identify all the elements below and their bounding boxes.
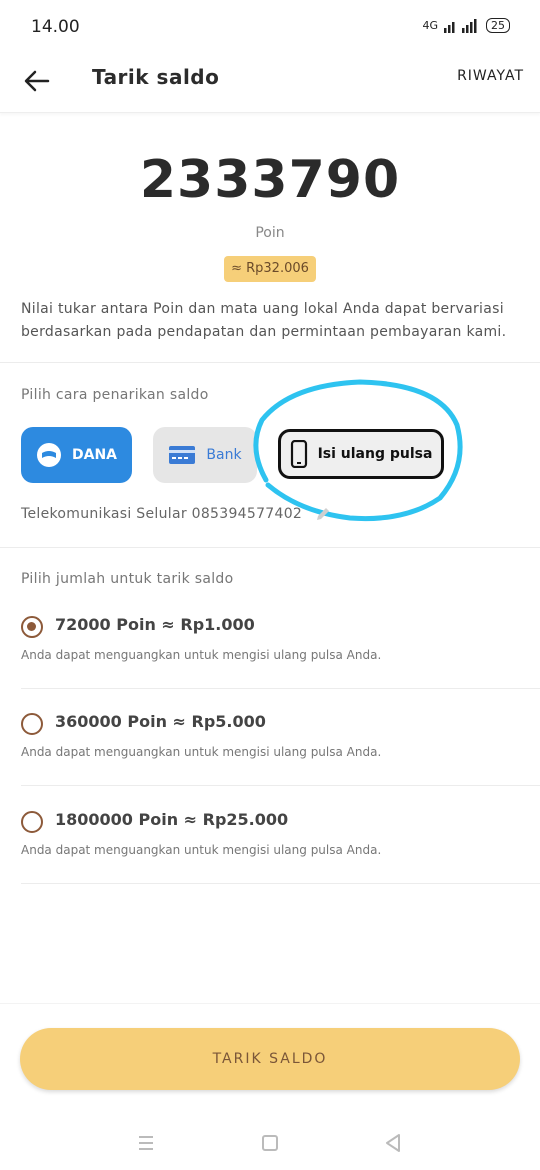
- divider: [21, 883, 540, 884]
- status-time: 14.00: [31, 17, 80, 37]
- battery-icon: 25: [486, 18, 510, 33]
- rupiah-badge: ≈ Rp32.006: [224, 256, 316, 282]
- back-arrow-icon[interactable]: [22, 66, 52, 96]
- withdraw-button[interactable]: TARIK SALDO: [20, 1028, 520, 1090]
- network-type: 4G: [422, 19, 438, 32]
- exchange-description: Nilai tukar antara Poin dan mata uang lo…: [21, 301, 507, 340]
- divider: [21, 688, 540, 689]
- signal-icon: [444, 18, 477, 33]
- edit-pencil-icon[interactable]: [314, 505, 332, 523]
- radio-button[interactable]: [21, 811, 43, 833]
- amount-option-title: 72000 Poin ≈ Rp1.000: [55, 615, 255, 634]
- bank-card-icon: [169, 446, 196, 464]
- method-dana-button[interactable]: DANA: [21, 427, 132, 483]
- page-title: Tarik saldo: [92, 65, 220, 89]
- method-pulsa-label: Isi ulang pulsa: [317, 446, 433, 462]
- app-bar: Tarik saldo RIWAYAT: [0, 56, 540, 113]
- method-bank-button[interactable]: Bank: [153, 427, 257, 483]
- history-button[interactable]: RIWAYAT: [457, 68, 524, 84]
- amount-option-subtitle: Anda dapat menguangkan untuk mengisi ula…: [21, 843, 382, 857]
- divider: [0, 547, 540, 548]
- home-nav-icon[interactable]: [255, 1128, 285, 1158]
- phone-info-row: Telekomunikasi Selular 085394577402: [21, 505, 332, 523]
- amount-option-subtitle: Anda dapat menguangkan untuk mengisi ula…: [21, 648, 382, 662]
- radio-button[interactable]: [21, 713, 43, 735]
- phone-icon: [290, 440, 307, 468]
- points-balance: 2333790: [139, 150, 401, 210]
- status-bar: 14.00 4G 25: [0, 0, 540, 56]
- points-label: Poin: [255, 225, 285, 241]
- dana-logo-icon: [36, 443, 61, 467]
- phone-info: Telekomunikasi Selular 085394577402: [21, 506, 303, 522]
- method-dana-label: DANA: [71, 447, 117, 463]
- withdraw-method-label: Pilih cara penarikan saldo: [21, 387, 209, 403]
- amount-option-title: 360000 Poin ≈ Rp5.000: [55, 712, 266, 731]
- amount-option-title: 1800000 Poin ≈ Rp25.000: [55, 810, 289, 829]
- amount-label: Pilih jumlah untuk tarik saldo: [21, 571, 234, 587]
- status-icons: 4G 25: [422, 18, 510, 33]
- method-pulsa-button[interactable]: Isi ulang pulsa: [278, 429, 444, 479]
- amount-option-subtitle: Anda dapat menguangkan untuk mengisi ula…: [21, 745, 382, 759]
- divider: [0, 362, 540, 363]
- menu-nav-icon[interactable]: [131, 1128, 161, 1158]
- method-bank-label: Bank: [206, 447, 242, 463]
- radio-button[interactable]: [21, 616, 43, 638]
- back-nav-icon[interactable]: [378, 1128, 408, 1158]
- divider: [21, 785, 540, 786]
